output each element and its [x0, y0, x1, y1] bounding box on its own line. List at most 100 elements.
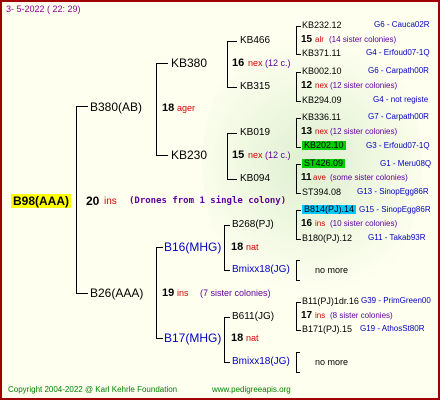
connector — [156, 338, 163, 339]
gen3-suffix: ins — [315, 219, 326, 228]
gen3-note: (10 sister colonies) — [330, 219, 398, 228]
root-num: 20 — [86, 194, 100, 208]
connector — [227, 179, 237, 180]
connector — [296, 147, 301, 148]
connector — [296, 54, 301, 55]
gen2-num: 18 — [231, 332, 244, 344]
gen3-note: (12 sister colonies) — [330, 127, 398, 136]
gen4-label: G4 - not registe — [373, 95, 429, 104]
connector — [224, 317, 230, 318]
connector — [224, 270, 230, 271]
connector — [296, 210, 297, 239]
connector — [156, 63, 157, 155]
gen3-queen[interactable]: KB094 — [240, 174, 270, 184]
gen3-num: 16 — [301, 218, 313, 229]
gen2-note: (12 c.) — [265, 58, 291, 68]
connector — [296, 193, 301, 194]
connector — [296, 164, 297, 193]
connector — [156, 247, 163, 248]
connector — [296, 372, 300, 373]
connector — [296, 280, 300, 281]
connector — [224, 362, 230, 363]
connector — [296, 26, 297, 54]
gen4-queen[interactable]: KB336.11 — [302, 113, 341, 122]
gen4-queen[interactable]: KB294.09 — [302, 96, 342, 105]
gen2-queen[interactable]: B17(MHG) — [164, 332, 221, 344]
connector — [296, 164, 301, 165]
gen4-label: G6 - Carpath00R — [368, 66, 429, 75]
gen2-queen[interactable]: KB230 — [171, 149, 207, 161]
connector — [296, 210, 301, 211]
gen2-suffix: nat — [246, 242, 259, 252]
gen4-queen[interactable]: B814(PJ).14 — [302, 205, 357, 214]
gen4-queen[interactable]: KB202.10 — [302, 141, 346, 150]
connector — [296, 302, 297, 330]
gen3-queen[interactable]: B268(PJ) — [232, 220, 274, 230]
connector — [224, 225, 230, 226]
gen1-note: (7 sister colonies) — [200, 288, 271, 298]
connector — [296, 239, 301, 240]
gen3-queen[interactable]: Bmixx18(JG) — [232, 357, 290, 367]
gen3-note: (14 sister colonies) — [329, 35, 397, 44]
gen4-queen[interactable]: KB002.10 — [302, 67, 342, 76]
gen2-note: (12 c.) — [265, 150, 291, 160]
connector — [296, 260, 300, 261]
connector — [156, 63, 168, 64]
gen2-num: 16 — [232, 57, 245, 69]
connector — [227, 87, 237, 88]
connector — [156, 155, 168, 156]
gen4-queen[interactable]: B180(PJ).12 — [302, 234, 352, 243]
gen4-label: G11 - Takab93R — [368, 233, 426, 242]
gen2-num: 15 — [232, 149, 245, 161]
gen3-queen[interactable]: KB019 — [240, 128, 270, 138]
gen4-queen[interactable]: KB232.12 — [302, 21, 342, 30]
connector — [296, 101, 301, 102]
gen1-suffix: ager — [177, 103, 196, 113]
gen3-suffix: nex — [315, 127, 328, 136]
connector — [296, 26, 301, 27]
gen3-num: 13 — [301, 126, 313, 137]
gen3-queen[interactable]: KB466 — [240, 36, 270, 46]
copyright-text: Copyright 2004-2022 @ Karl Kehrle Founda… — [8, 385, 178, 394]
gen4-queen[interactable]: KB371.11 — [302, 49, 341, 58]
connector — [296, 302, 301, 303]
gen4-label: G7 - Carpath00R — [368, 112, 429, 121]
gen1-num: 19 — [162, 287, 175, 299]
connector — [76, 106, 77, 293]
gen3-queen[interactable]: KB315 — [240, 82, 270, 92]
no-more-label: no more — [315, 357, 349, 367]
connector — [224, 225, 225, 270]
gen3-note: (some sister colonies) — [330, 173, 408, 182]
gen4-queen[interactable]: ST426.09 — [302, 159, 346, 168]
gen3-suffix: ave — [313, 173, 326, 182]
gen3-queen[interactable]: Bmixx18(JG) — [232, 265, 290, 275]
gen3-suffix: ins — [315, 311, 326, 320]
gen2-queen[interactable]: KB380 — [171, 57, 207, 69]
no-more-label: no more — [315, 265, 349, 275]
gen4-queen[interactable]: ST394.08 — [302, 188, 341, 197]
root-queen[interactable]: B98(AAA) — [11, 194, 72, 208]
gen3-note: (8 sister colonies) — [330, 311, 393, 320]
connector — [296, 72, 297, 101]
connector — [227, 133, 228, 179]
gen4-label: G4 - Erfoud07-1Q — [366, 48, 430, 57]
connector — [156, 247, 157, 338]
connector — [296, 330, 301, 331]
pedigree-chart: 3- 5-2022 ( 22: 29) B98(AAA) 20 ins (Dro… — [0, 0, 440, 400]
gen2-queen[interactable]: B16(MHG) — [164, 241, 221, 253]
website-link[interactable]: www.pedigreeapis.org — [212, 386, 291, 394]
connector — [296, 352, 297, 372]
gen1-queen[interactable]: B380(AB) — [90, 101, 142, 113]
gen1-num: 18 — [162, 102, 175, 114]
gen4-queen[interactable]: B11(PJ)1dr.16 — [302, 297, 359, 306]
connector — [296, 118, 301, 119]
gen1-queen[interactable]: B26(AAA) — [90, 287, 143, 299]
gen3-num: 17 — [301, 310, 313, 321]
gen4-label: G3 - Erfoud07-1Q — [366, 141, 430, 150]
gen3-num: 11 — [301, 172, 312, 183]
gen4-queen[interactable]: B171(PJ).15 — [302, 325, 352, 334]
connector — [76, 293, 88, 294]
gen2-num: 18 — [231, 241, 244, 253]
root-note: (Drones from 1 single colony) — [129, 196, 287, 206]
gen3-queen[interactable]: B611(JG) — [232, 312, 274, 322]
